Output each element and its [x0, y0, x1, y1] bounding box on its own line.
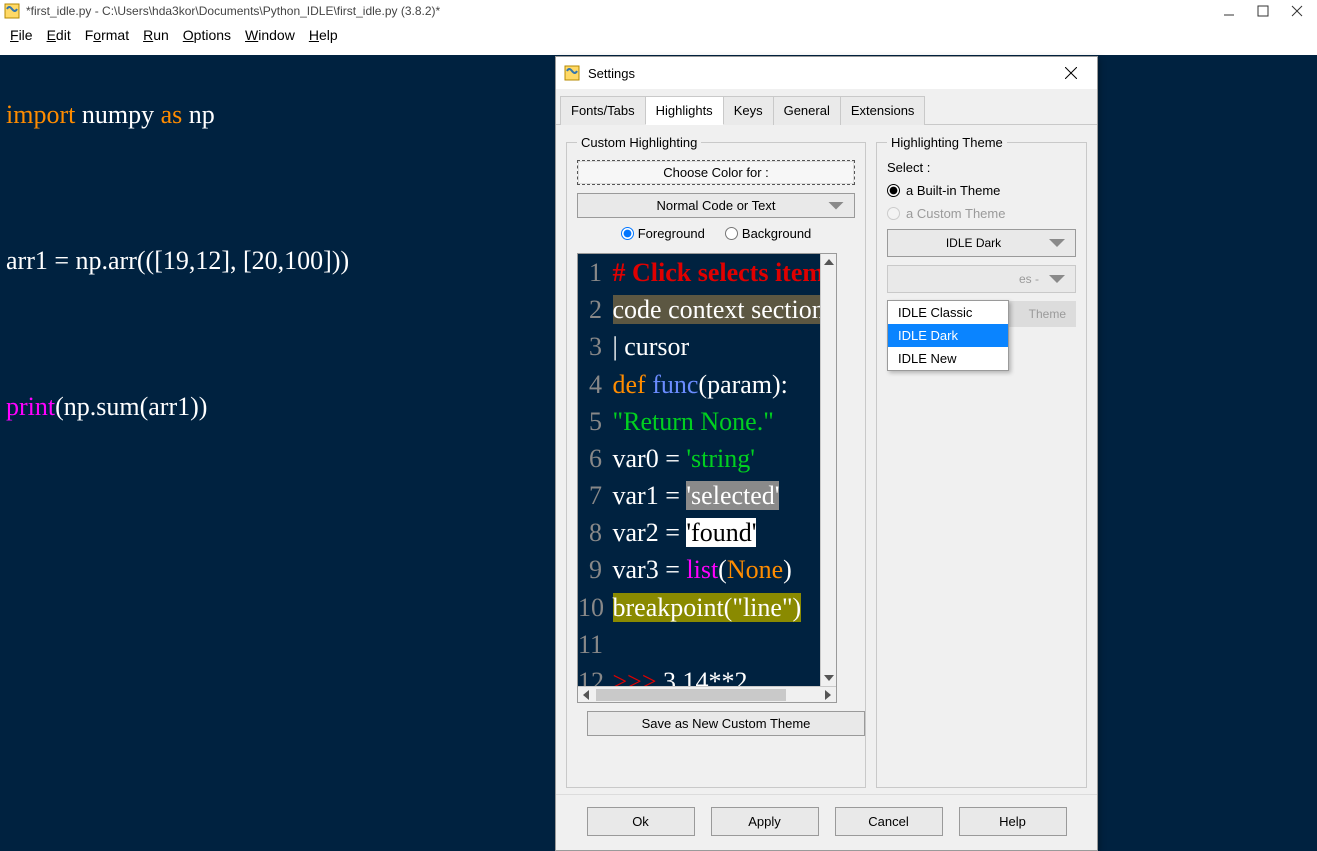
settings-dialog: Settings Fonts/Tabs Highlights Keys Gene…	[555, 56, 1098, 851]
gutter-line-number: 1	[578, 254, 606, 291]
cancel-button[interactable]: Cancel	[835, 807, 943, 836]
preview-vertical-scrollbar[interactable]	[820, 254, 836, 686]
preview-line[interactable]: 3 | cursor	[578, 328, 820, 365]
theme-select-dropdown[interactable]: IDLE Dark	[887, 229, 1076, 257]
preview-line[interactable]: 11	[578, 626, 820, 663]
gutter-line-number: 11	[578, 626, 606, 663]
menu-run[interactable]: Run	[143, 27, 169, 43]
apply-button[interactable]: Apply	[711, 807, 819, 836]
scroll-right-icon[interactable]	[820, 687, 836, 703]
scroll-left-icon[interactable]	[578, 687, 594, 703]
save-custom-theme-button[interactable]: Save as New Custom Theme	[587, 711, 865, 736]
preview-line[interactable]: 2 code context section	[578, 291, 820, 328]
gutter-line-number: 12	[578, 663, 606, 686]
gutter-line-number: 9	[578, 551, 606, 588]
highlight-target-label: Normal Code or Text	[657, 198, 776, 213]
background-radio[interactable]: Background	[725, 226, 811, 241]
settings-button-bar: Ok Apply Cancel Help	[556, 794, 1097, 850]
settings-title: Settings	[588, 66, 1053, 81]
gutter-line-number: 10	[578, 589, 606, 626]
custom-highlighting-legend: Custom Highlighting	[577, 135, 701, 150]
gutter-line-number: 8	[578, 514, 606, 551]
close-button[interactable]	[1291, 5, 1303, 17]
gutter-line-number: 4	[578, 366, 606, 403]
highlight-preview: 1 # Click selects item.2 code context se…	[577, 253, 837, 703]
theme-dropdown-list[interactable]: IDLE Classic IDLE Dark IDLE New	[887, 300, 1009, 371]
choose-color-button[interactable]: Choose Color for :	[577, 160, 855, 185]
tab-keys[interactable]: Keys	[723, 96, 774, 125]
main-titlebar: *first_idle.py - C:\Users\hda3kor\Docume…	[0, 0, 1317, 22]
builtin-theme-radio[interactable]: a Built-in Theme	[887, 183, 1076, 198]
chevron-down-icon	[828, 202, 844, 210]
settings-titlebar[interactable]: Settings	[556, 57, 1097, 89]
preview-code[interactable]: 1 # Click selects item.2 code context se…	[578, 254, 820, 686]
chevron-down-icon	[1049, 275, 1065, 283]
settings-tabs: Fonts/Tabs Highlights Keys General Exten…	[556, 89, 1097, 125]
chevron-down-icon	[1049, 239, 1065, 247]
highlighting-theme-group: Highlighting Theme Select : a Built-in T…	[876, 135, 1087, 788]
gutter-line-number: 6	[578, 440, 606, 477]
menu-edit[interactable]: Edit	[47, 27, 71, 43]
minimize-button[interactable]	[1223, 5, 1235, 17]
menubar: File Edit Format Run Options Window Help	[0, 22, 1317, 48]
tab-highlights[interactable]: Highlights	[645, 96, 724, 125]
theme-option-new[interactable]: IDLE New	[888, 347, 1008, 370]
preview-line[interactable]: 4 def func(param):	[578, 366, 820, 403]
preview-horizontal-scrollbar[interactable]	[578, 686, 836, 702]
scroll-up-icon[interactable]	[821, 254, 837, 270]
menu-window[interactable]: Window	[245, 27, 295, 43]
preview-line[interactable]: 7 var1 = 'selected'	[578, 477, 820, 514]
preview-line[interactable]: 8 var2 = 'found'	[578, 514, 820, 551]
custom-theme-radio[interactable]: a Custom Theme	[887, 206, 1076, 221]
menu-options[interactable]: Options	[183, 27, 231, 43]
tab-fonts[interactable]: Fonts/Tabs	[560, 96, 646, 125]
select-label: Select :	[887, 160, 1076, 175]
highlighting-theme-legend: Highlighting Theme	[887, 135, 1007, 150]
maximize-button[interactable]	[1257, 5, 1269, 17]
ok-button[interactable]: Ok	[587, 807, 695, 836]
tab-extensions[interactable]: Extensions	[840, 96, 926, 125]
theme-option-classic[interactable]: IDLE Classic	[888, 301, 1008, 324]
gutter-line-number: 3	[578, 328, 606, 365]
menu-file[interactable]: File	[10, 27, 33, 43]
preview-line[interactable]: 10 breakpoint("line")	[578, 589, 820, 626]
scroll-down-icon[interactable]	[821, 670, 837, 686]
tab-general[interactable]: General	[773, 96, 841, 125]
menu-help[interactable]: Help	[309, 27, 338, 43]
custom-highlighting-group: Custom Highlighting Choose Color for : N…	[566, 135, 866, 788]
kw-as: as	[161, 100, 183, 129]
fn-print: print	[6, 392, 55, 421]
highlight-target-dropdown[interactable]: Normal Code or Text	[577, 193, 855, 218]
preview-line[interactable]: 5 "Return None."	[578, 403, 820, 440]
gutter-line-number: 2	[578, 291, 606, 328]
settings-close-button[interactable]	[1053, 61, 1089, 85]
settings-dialog-icon	[564, 65, 580, 81]
main-window-title: *first_idle.py - C:\Users\hda3kor\Docume…	[26, 4, 1223, 18]
kw-import: import	[6, 100, 75, 129]
python-idle-icon	[4, 3, 20, 19]
theme-selected-label: IDLE Dark	[898, 236, 1049, 250]
foreground-radio[interactable]: Foreground	[621, 226, 705, 241]
help-button[interactable]: Help	[959, 807, 1067, 836]
preview-line[interactable]: 12 >>> 3.14**2	[578, 663, 820, 686]
preview-line[interactable]: 9 var3 = list(None)	[578, 551, 820, 588]
secondary-theme-dropdown-disabled: es -	[887, 265, 1076, 293]
scroll-thumb[interactable]	[596, 689, 786, 701]
theme-option-dark[interactable]: IDLE Dark	[888, 324, 1008, 347]
preview-line[interactable]: 6 var0 = 'string'	[578, 440, 820, 477]
gutter-line-number: 5	[578, 403, 606, 440]
preview-line[interactable]: 1 # Click selects item.	[578, 254, 820, 291]
gutter-line-number: 7	[578, 477, 606, 514]
menu-format[interactable]: Format	[85, 27, 129, 43]
